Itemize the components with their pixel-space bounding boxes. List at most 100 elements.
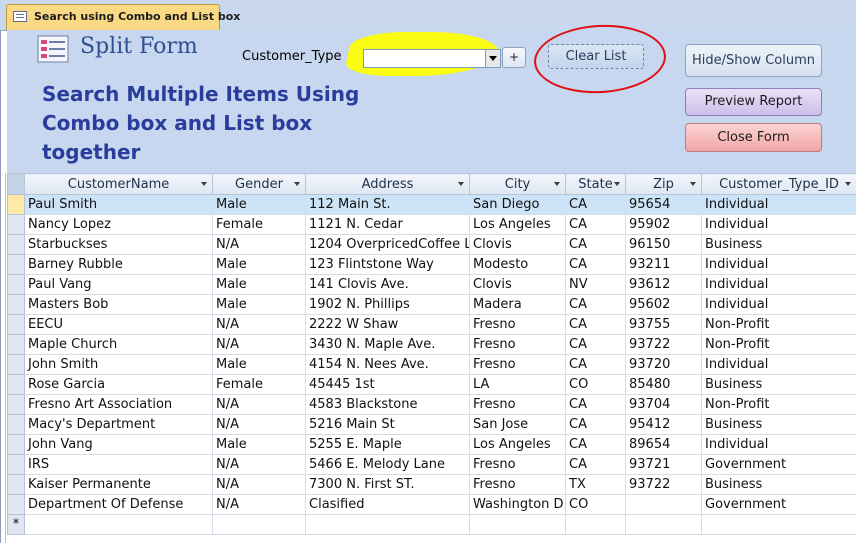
table-cell[interactable]: Individual: [701, 294, 856, 315]
table-cell[interactable]: Individual: [701, 194, 856, 215]
table-row[interactable]: Barney Rubble Male 123 Flintstone Way Modes…: [7, 254, 856, 275]
table-row[interactable]: Fresno Art Association N/A 4583 Blackstone…: [7, 394, 856, 415]
table-cell[interactable]: CA: [565, 314, 626, 335]
table-cell[interactable]: Fresno: [469, 314, 566, 335]
table-cell[interactable]: 7300 N. First ST.: [305, 474, 470, 495]
table-cell[interactable]: [469, 514, 566, 535]
table-cell[interactable]: TX: [565, 474, 626, 495]
table-cell[interactable]: 93722: [625, 334, 702, 355]
table-cell[interactable]: N/A: [212, 334, 306, 355]
record-selector[interactable]: [7, 354, 25, 375]
table-cell[interactable]: 4583 Blackstone: [305, 394, 470, 415]
record-selector[interactable]: [7, 194, 25, 215]
table-cell[interactable]: 1204 OverpricedCoffee Ln: [305, 234, 470, 255]
hide-show-column-button[interactable]: Hide/Show Column: [685, 44, 822, 77]
table-cell[interactable]: 93755: [625, 314, 702, 335]
table-row[interactable]: Kaiser Permanente N/A 7300 N. First ST. Fre…: [7, 474, 856, 495]
table-cell[interactable]: Macy's Department: [24, 414, 213, 435]
table-cell[interactable]: Male: [212, 274, 306, 295]
table-cell[interactable]: CA: [565, 414, 626, 435]
table-cell[interactable]: Department Of Defense: [24, 494, 213, 515]
table-cell[interactable]: N/A: [212, 454, 306, 475]
table-cell[interactable]: Business: [701, 374, 856, 395]
table-row[interactable]: IRS N/A 5466 E. Melody Lane Fresno CA 93721 Go…: [7, 454, 856, 475]
record-selector[interactable]: [7, 394, 25, 415]
table-cell[interactable]: 95902: [625, 214, 702, 235]
table-cell[interactable]: Non-Profit: [701, 314, 856, 335]
table-cell[interactable]: Business: [701, 474, 856, 495]
table-cell[interactable]: N/A: [212, 494, 306, 515]
new-record-row[interactable]: *: [7, 514, 856, 535]
table-cell[interactable]: CO: [565, 374, 626, 395]
new-record-marker[interactable]: *: [7, 514, 25, 535]
table-cell[interactable]: 2222 W Shaw: [305, 314, 470, 335]
table-cell[interactable]: Male: [212, 294, 306, 315]
column-header[interactable]: City: [469, 173, 566, 195]
table-cell[interactable]: Fresno: [469, 454, 566, 475]
table-cell[interactable]: [212, 514, 306, 535]
record-selector[interactable]: [7, 474, 25, 495]
table-cell[interactable]: N/A: [212, 414, 306, 435]
chevron-down-icon[interactable]: [458, 182, 464, 186]
table-cell[interactable]: CA: [565, 294, 626, 315]
table-cell[interactable]: 141 Clovis Ave.: [305, 274, 470, 295]
table-cell[interactable]: Fresno: [469, 394, 566, 415]
table-cell[interactable]: Paul Smith: [24, 194, 213, 215]
table-cell[interactable]: 93721: [625, 454, 702, 475]
table-cell[interactable]: 123 Flintstone Way: [305, 254, 470, 275]
table-cell[interactable]: 95602: [625, 294, 702, 315]
table-cell[interactable]: [305, 514, 470, 535]
table-cell[interactable]: 89654: [625, 434, 702, 455]
record-selector[interactable]: [7, 454, 25, 475]
table-cell[interactable]: N/A: [212, 314, 306, 335]
table-cell[interactable]: EECU: [24, 314, 213, 335]
table-row[interactable]: John Vang Male 5255 E. Maple Los Angeles CA 8…: [7, 434, 856, 455]
table-row[interactable]: John Smith Male 4154 N. Nees Ave. Fresno CA 9…: [7, 354, 856, 375]
record-selector[interactable]: [7, 314, 25, 335]
table-cell[interactable]: [24, 514, 213, 535]
column-header[interactable]: Address: [305, 173, 470, 195]
table-cell[interactable]: N/A: [212, 394, 306, 415]
table-cell[interactable]: [701, 514, 856, 535]
record-selector[interactable]: [7, 374, 25, 395]
customer-type-combo[interactable]: [363, 49, 501, 68]
table-cell[interactable]: Clovis: [469, 234, 566, 255]
table-cell[interactable]: 5255 E. Maple: [305, 434, 470, 455]
table-cell[interactable]: Los Angeles: [469, 434, 566, 455]
table-cell[interactable]: 96150: [625, 234, 702, 255]
table-cell[interactable]: 112 Main St.: [305, 194, 470, 215]
table-cell[interactable]: N/A: [212, 234, 306, 255]
table-cell[interactable]: Individual: [701, 354, 856, 375]
table-cell[interactable]: [625, 494, 702, 515]
table-cell[interactable]: Paul Vang: [24, 274, 213, 295]
table-cell[interactable]: Non-Profit: [701, 394, 856, 415]
table-cell[interactable]: 5216 Main St: [305, 414, 470, 435]
chevron-down-icon[interactable]: [294, 182, 300, 186]
table-cell[interactable]: 93211: [625, 254, 702, 275]
table-cell[interactable]: CA: [565, 434, 626, 455]
table-cell[interactable]: Nancy Lopez: [24, 214, 213, 235]
table-cell[interactable]: Business: [701, 414, 856, 435]
record-selector[interactable]: [7, 414, 25, 435]
table-cell[interactable]: 93722: [625, 474, 702, 495]
chevron-down-icon[interactable]: [614, 182, 620, 186]
record-selector[interactable]: [7, 294, 25, 315]
record-selector[interactable]: [7, 254, 25, 275]
table-cell[interactable]: Government: [701, 454, 856, 475]
table-cell[interactable]: Business: [701, 234, 856, 255]
table-cell[interactable]: Fresno: [469, 334, 566, 355]
table-cell[interactable]: Fresno Art Association: [24, 394, 213, 415]
table-cell[interactable]: Individual: [701, 274, 856, 295]
table-cell[interactable]: Starbuckses: [24, 234, 213, 255]
table-cell[interactable]: Barney Rubble: [24, 254, 213, 275]
table-cell[interactable]: Male: [212, 434, 306, 455]
table-cell[interactable]: Maple Church: [24, 334, 213, 355]
table-cell[interactable]: Individual: [701, 254, 856, 275]
table-cell[interactable]: CA: [565, 354, 626, 375]
table-cell[interactable]: Masters Bob: [24, 294, 213, 315]
table-cell[interactable]: Male: [212, 254, 306, 275]
table-cell[interactable]: John Smith: [24, 354, 213, 375]
table-cell[interactable]: 1121 N. Cedar: [305, 214, 470, 235]
table-cell[interactable]: 93612: [625, 274, 702, 295]
table-cell[interactable]: Male: [212, 194, 306, 215]
